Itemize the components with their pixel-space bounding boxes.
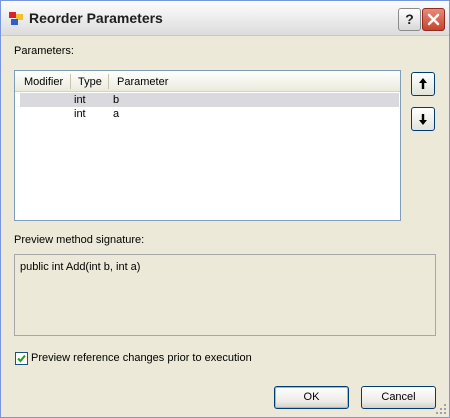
ok-button[interactable]: OK (274, 386, 349, 409)
reorder-parameters-dialog: Reorder Parameters ? Parameters: Modifie… (0, 0, 450, 418)
column-divider[interactable] (70, 74, 71, 89)
parameters-list[interactable]: Modifier Type Parameter int b int a (14, 70, 401, 221)
checkmark-icon (17, 354, 26, 363)
title-bar[interactable]: Reorder Parameters ? (1, 1, 449, 36)
preview-signature-box[interactable]: public int Add(int b, int a) (14, 254, 436, 336)
row-type: int (74, 94, 86, 106)
help-button[interactable]: ? (398, 8, 421, 31)
app-icon (9, 12, 23, 25)
close-button[interactable] (422, 8, 445, 31)
resize-grip-icon[interactable] (435, 403, 447, 415)
preview-signature-text: public int Add(int b, int a) (20, 261, 141, 273)
window-title: Reorder Parameters (29, 10, 163, 26)
close-icon (427, 13, 440, 26)
arrow-down-icon (419, 114, 427, 125)
column-header-modifier[interactable]: Modifier (24, 76, 63, 88)
parameter-row[interactable]: int a (20, 107, 399, 121)
row-parameter: b (113, 94, 120, 106)
parameters-label: Parameters: (14, 45, 74, 57)
column-header-type[interactable]: Type (78, 76, 102, 88)
list-header: Modifier Type Parameter (15, 71, 400, 92)
preview-references-label[interactable]: Preview reference changes prior to execu… (31, 352, 252, 364)
arrow-up-icon (419, 78, 427, 89)
row-parameter: a (113, 108, 120, 120)
parameter-row[interactable]: int b (20, 93, 399, 107)
preview-label: Preview method signature: (14, 234, 145, 246)
move-up-button[interactable] (411, 72, 435, 96)
cancel-button[interactable]: Cancel (361, 386, 436, 409)
column-header-parameter[interactable]: Parameter (117, 76, 168, 88)
row-type: int (74, 108, 86, 120)
preview-references-checkbox[interactable] (15, 352, 28, 365)
column-divider[interactable] (108, 74, 109, 89)
move-down-button[interactable] (411, 107, 435, 131)
